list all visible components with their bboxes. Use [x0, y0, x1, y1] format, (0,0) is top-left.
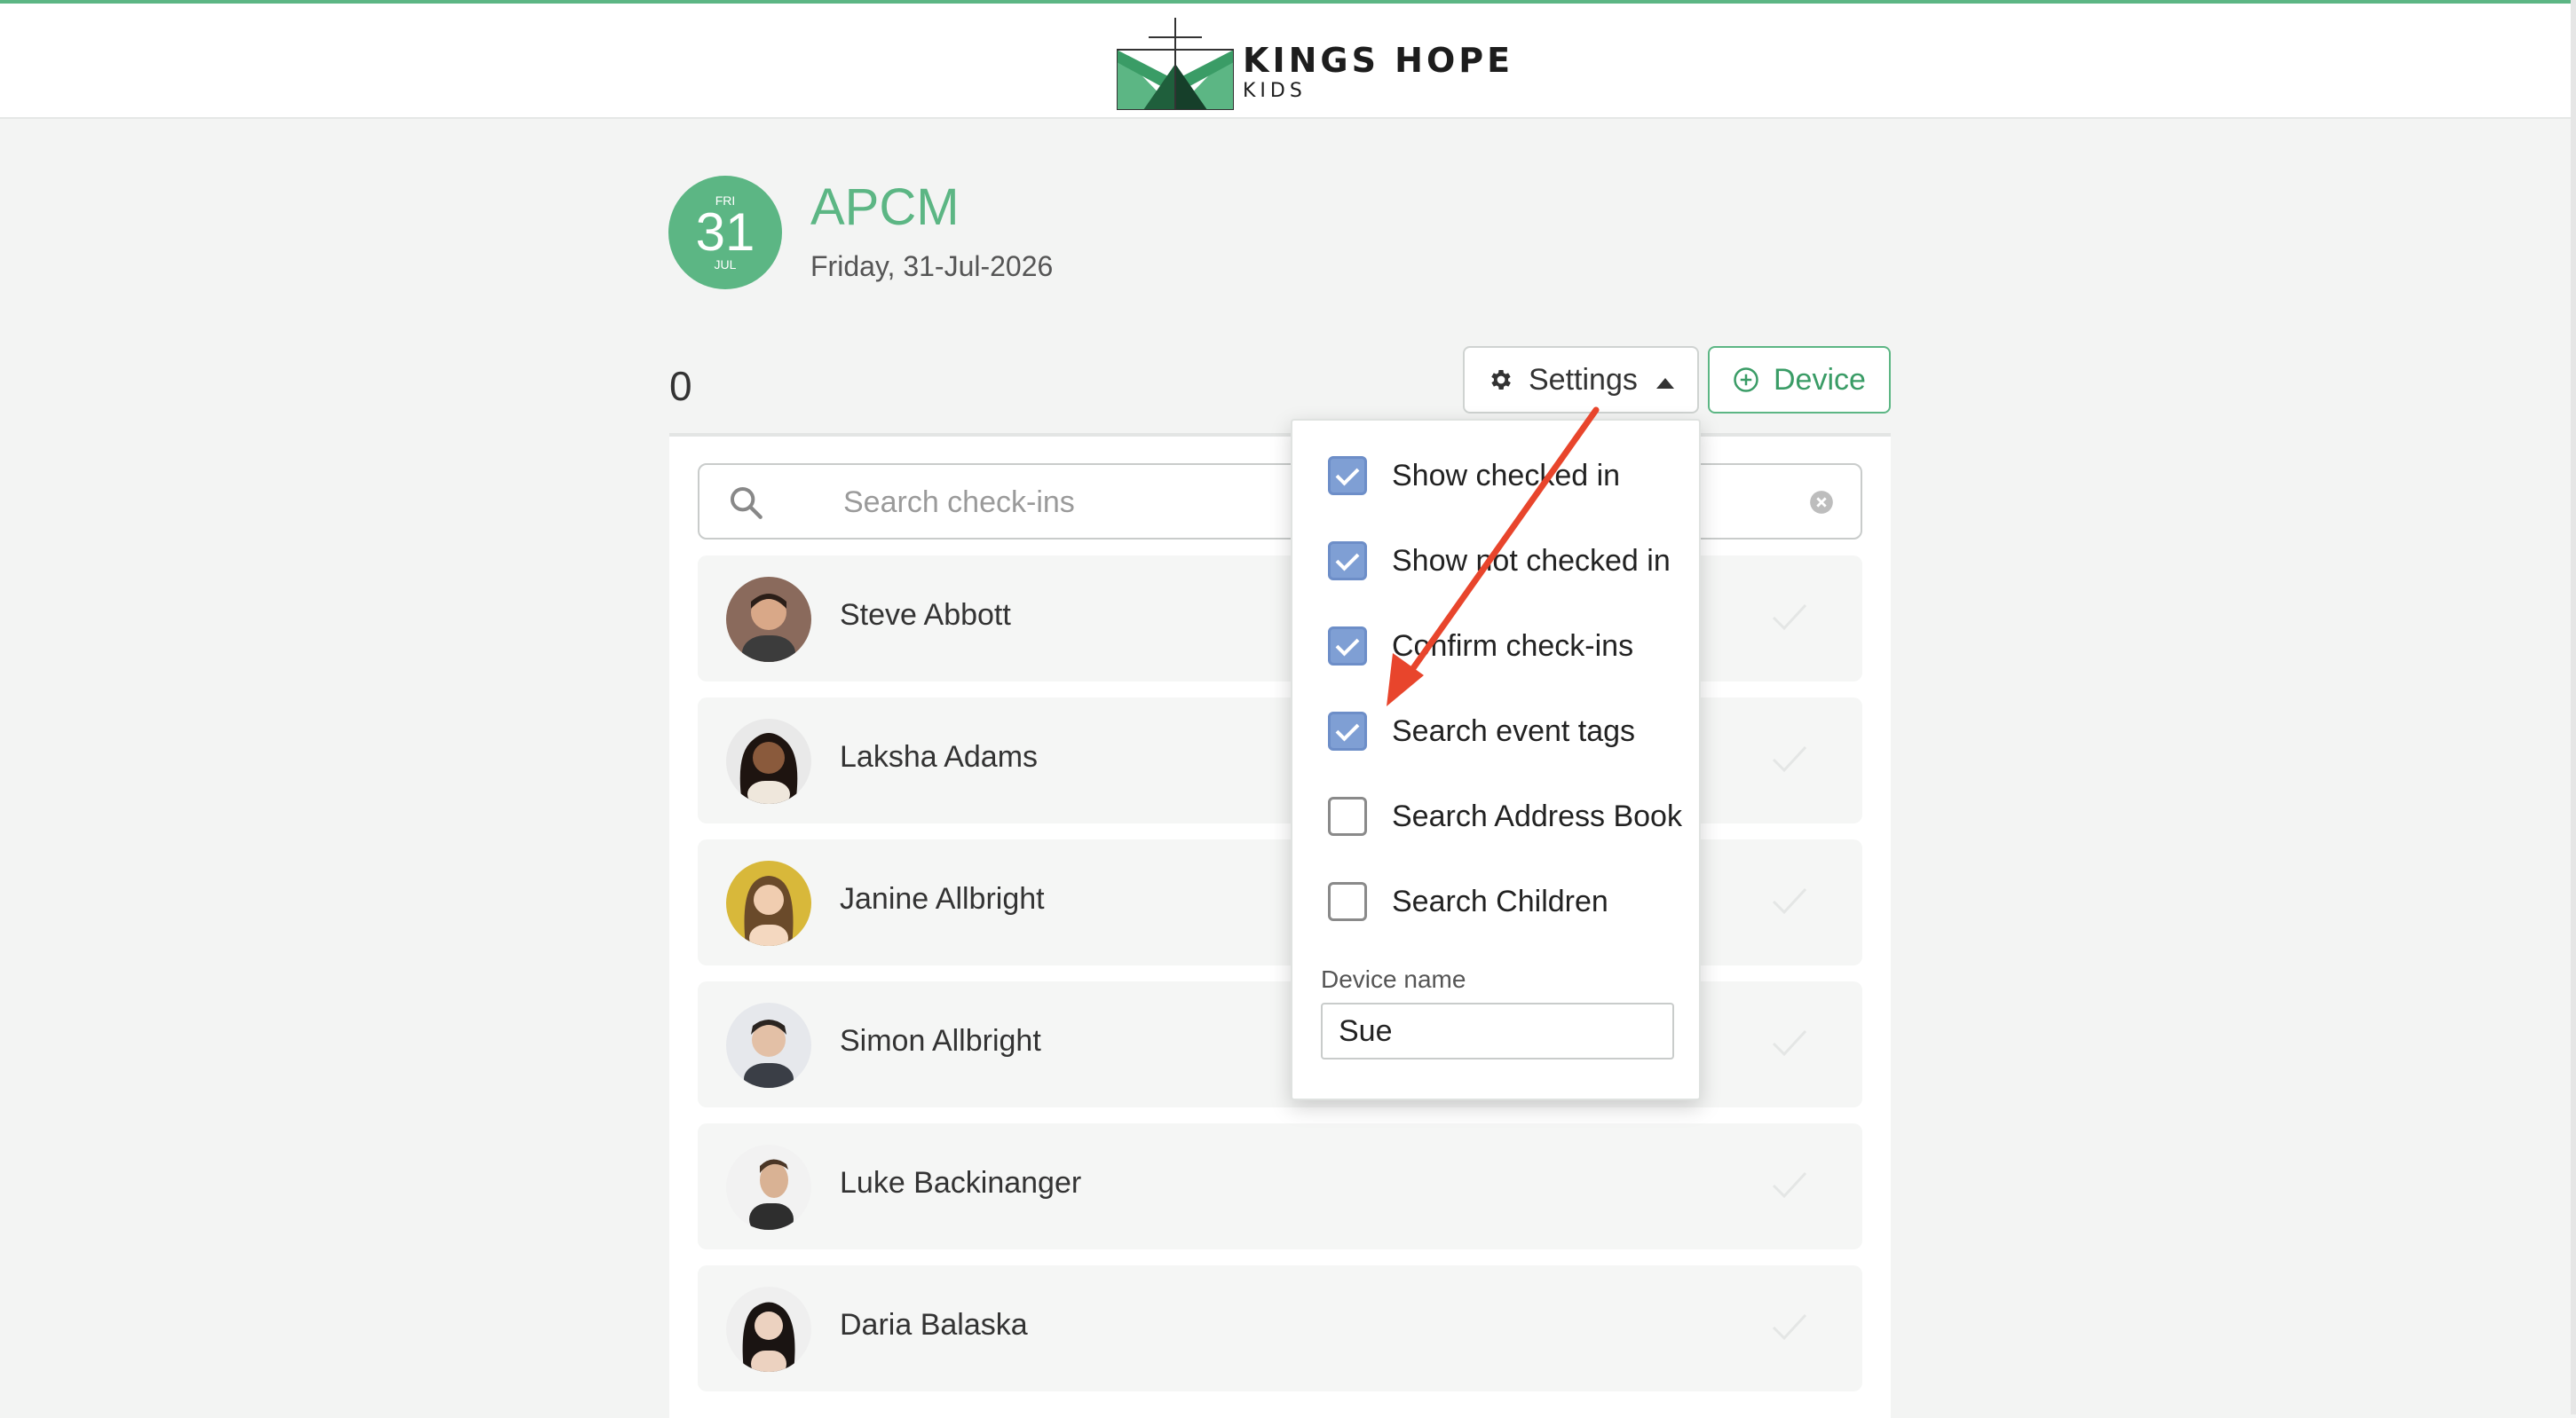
- device-name-field[interactable]: [1321, 1003, 1674, 1060]
- checkbox[interactable]: [1328, 541, 1367, 580]
- brand-subtitle: KIDS: [1243, 80, 1307, 102]
- badge-month: JUL: [714, 257, 737, 272]
- avatar: [726, 719, 811, 804]
- gear-icon: [1491, 370, 1511, 390]
- person-name: Daria Balaska: [840, 1308, 1028, 1342]
- add-device-button[interactable]: Device: [1708, 346, 1891, 414]
- list-item[interactable]: Luke Backinanger: [698, 1123, 1862, 1249]
- option-show-not-checked-in[interactable]: Show not checked in: [1328, 540, 1692, 582]
- option-confirm-check-ins[interactable]: Confirm check-ins: [1328, 625, 1692, 667]
- option-label: Confirm check-ins: [1392, 628, 1634, 663]
- check-icon[interactable]: [1770, 744, 1809, 776]
- event-title: APCM: [810, 178, 960, 236]
- event-date: Friday, 31-Jul-2026: [810, 250, 1054, 282]
- kings-hope-logo-icon: [1117, 18, 1234, 110]
- person-name: Laksha Adams: [840, 740, 1039, 774]
- checkbox[interactable]: [1328, 882, 1367, 921]
- person-name: Steve Abbott: [840, 598, 1011, 632]
- caret-up-icon: [1656, 378, 1674, 389]
- checkbox[interactable]: [1328, 626, 1367, 666]
- check-icon[interactable]: [1770, 602, 1809, 634]
- plus-circle-icon: [1734, 367, 1758, 392]
- avatar: [726, 577, 811, 662]
- search-icon: [731, 487, 763, 519]
- option-label: Search event tags: [1392, 713, 1636, 748]
- clear-search-icon[interactable]: [1809, 490, 1834, 515]
- settings-button[interactable]: Settings: [1463, 346, 1699, 414]
- option-search-event-tags[interactable]: Search event tags: [1328, 710, 1692, 752]
- badge-day: 31: [695, 202, 755, 262]
- device-name-label: Device name: [1321, 965, 1466, 993]
- option-search-address-book[interactable]: Search Address Book: [1328, 795, 1692, 838]
- checkbox[interactable]: [1328, 712, 1367, 751]
- option-show-checked-in[interactable]: Show checked in: [1328, 454, 1692, 497]
- avatar: [726, 1145, 811, 1230]
- avatar: [726, 1003, 811, 1088]
- option-label: Search Address Book: [1392, 799, 1682, 833]
- option-label: Show not checked in: [1392, 543, 1671, 578]
- person-name: Simon Allbright: [840, 1024, 1041, 1058]
- checkbox[interactable]: [1328, 456, 1367, 495]
- brand-logo[interactable]: KINGS HOPE KIDS: [1117, 18, 1510, 110]
- option-search-children[interactable]: Search Children: [1328, 880, 1692, 923]
- brand-title: KINGS HOPE: [1243, 41, 1514, 80]
- check-icon[interactable]: [1770, 886, 1809, 918]
- option-label: Search Children: [1392, 884, 1608, 918]
- list-item[interactable]: Daria Balaska: [698, 1265, 1862, 1391]
- avatar: [726, 861, 811, 946]
- event-date-badge: FRI 31 JUL: [668, 176, 782, 289]
- person-name: Janine Allbright: [840, 882, 1045, 916]
- check-icon[interactable]: [1770, 1028, 1809, 1060]
- check-icon[interactable]: [1770, 1312, 1809, 1343]
- app-header: KINGS HOPE KIDS: [0, 4, 2571, 119]
- option-label: Show checked in: [1392, 458, 1621, 492]
- device-button-label: Device: [1774, 362, 1866, 397]
- window-scrollbar[interactable]: [2571, 0, 2576, 1414]
- checked-in-count: 0: [669, 363, 692, 409]
- settings-button-label: Settings: [1529, 362, 1638, 397]
- settings-dropdown: Show checked in Show not checked in Conf…: [1291, 419, 1701, 1100]
- avatar: [726, 1287, 811, 1372]
- checkbox[interactable]: [1328, 797, 1367, 836]
- person-name: Luke Backinanger: [840, 1166, 1082, 1200]
- check-icon[interactable]: [1770, 1170, 1809, 1201]
